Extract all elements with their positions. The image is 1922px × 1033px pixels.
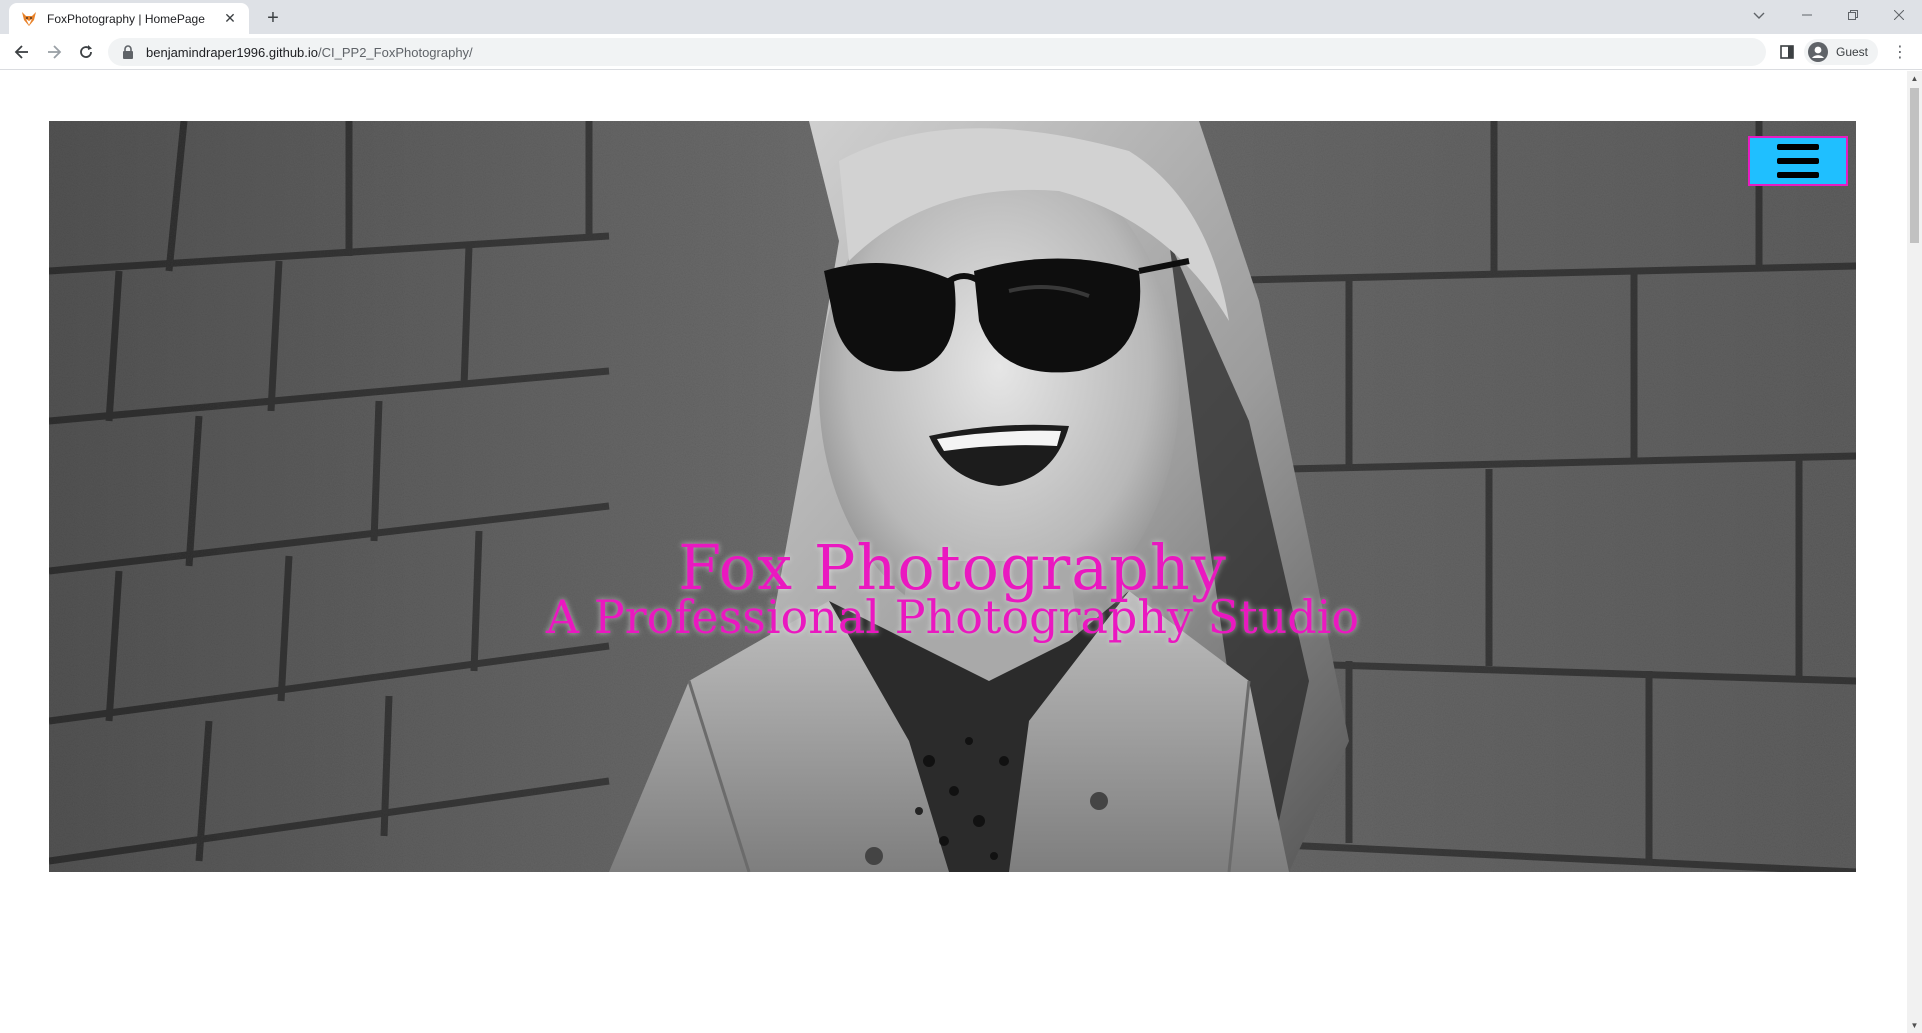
hero-photo: [49, 121, 1856, 872]
back-arrow-icon[interactable]: [8, 38, 36, 66]
tab-title: FoxPhotography | HomePage: [47, 11, 205, 26]
browser-toolbar: benjamindraper1996.github.io/CI_PP2_FoxP…: [0, 34, 1922, 70]
tab-strip: FoxPhotography | HomePage ✕ +: [0, 0, 1922, 34]
profile-label: Guest: [1836, 45, 1869, 59]
close-window-icon[interactable]: [1876, 0, 1922, 30]
url-host: benjamindraper1996.github.io: [146, 44, 319, 60]
forward-arrow-icon[interactable]: [40, 38, 68, 66]
lock-icon[interactable]: [122, 45, 134, 59]
reload-icon[interactable]: [72, 38, 100, 66]
scrollbar-thumb[interactable]: [1910, 88, 1919, 243]
more-menu-icon[interactable]: ⋮: [1890, 42, 1910, 62]
browser-tab[interactable]: FoxPhotography | HomePage ✕: [9, 3, 249, 34]
profile-button[interactable]: Guest: [1804, 39, 1879, 65]
url-path: /CI_PP2_FoxPhotography/: [318, 44, 473, 60]
close-tab-icon[interactable]: ✕: [221, 10, 239, 28]
page-scrollbar[interactable]: ▲ ▼: [1907, 71, 1922, 1033]
plus-icon[interactable]: +: [261, 6, 285, 30]
avatar-icon: [1808, 42, 1828, 62]
side-panel-icon[interactable]: [1777, 42, 1797, 62]
hamburger-menu-icon: [1777, 144, 1819, 178]
page-viewport: Fox Photography A Professional Photograp…: [0, 71, 1922, 1033]
hero-banner: Fox Photography A Professional Photograp…: [49, 121, 1856, 872]
minimize-icon[interactable]: [1784, 0, 1830, 30]
tab-search-icon[interactable]: [1745, 4, 1773, 28]
site-subtitle: A Professional Photography Studio: [545, 590, 1360, 644]
window-controls: [1784, 0, 1922, 30]
menu-toggle-button[interactable]: [1748, 136, 1848, 186]
fox-icon: [21, 11, 37, 27]
address-bar[interactable]: benjamindraper1996.github.io/CI_PP2_FoxP…: [108, 38, 1766, 66]
scroll-down-arrow-icon[interactable]: ▼: [1907, 1018, 1922, 1033]
restore-icon[interactable]: [1830, 0, 1876, 30]
scroll-up-arrow-icon[interactable]: ▲: [1907, 71, 1922, 86]
